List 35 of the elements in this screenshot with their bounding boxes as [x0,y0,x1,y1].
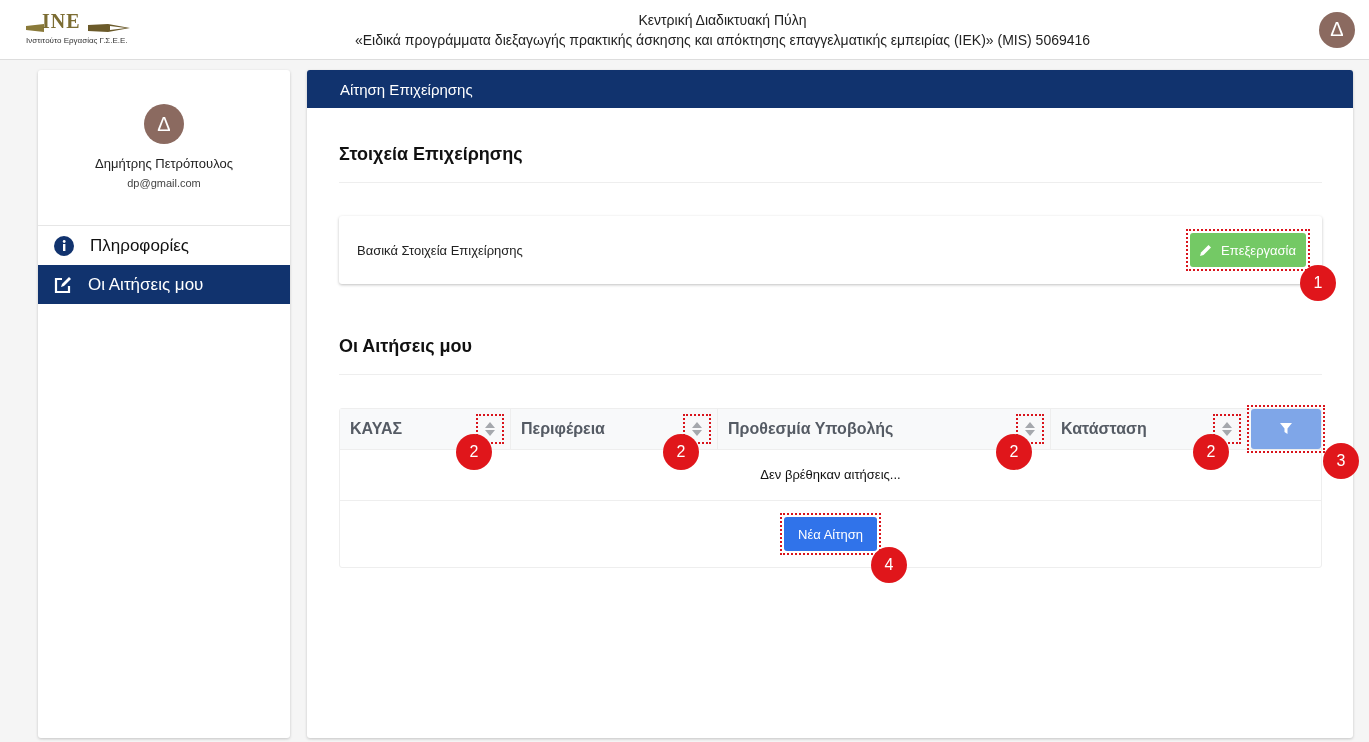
column-header: Περιφέρεια [521,420,605,438]
section-heading: Οι Αιτήσεις μου [339,336,474,357]
panel-title-bar: Αίτηση Επιχείρησης [307,70,1353,108]
sidebar-item[interactable]: Οι Αιτήσεις μου [38,265,290,304]
info-icon [54,235,74,256]
callout-badge: 2 [1193,434,1229,470]
card-label: Βασικά Στοιχεία Επιχείρησης [357,242,523,258]
callout-badge: 2 [996,434,1032,470]
callout-badge: 2 [663,434,699,470]
user-name: Δημήτρης Πετρόπουλος [95,156,233,171]
new-application-button[interactable]: Νέα Αίτηση [784,517,877,551]
user-email: dp@gmail.com [127,177,201,189]
portal-title: Κεντρική Διαδικτυακή Πύλη [637,10,808,30]
callout-badge: 3 [1323,443,1359,479]
callout-badge: 4 [870,547,907,583]
sort-icon[interactable] [691,421,703,437]
column-header: ΚΑΥΑΣ [350,420,403,438]
column-header: Προθεσμία Υποβολής [728,420,894,438]
section-heading: Στοιχεία Επιχείρησης [339,144,524,165]
filter-button[interactable] [1251,409,1321,449]
pencil-icon [1200,244,1213,256]
user-avatar[interactable]: Δ [1319,11,1355,48]
callout-badge: 1 [1300,265,1336,301]
filter-icon [1280,423,1292,435]
callout-badge: 2 [456,434,492,470]
edit-icon [54,275,72,294]
program-title: «Ειδικά προγράμματα διεξαγωγής πρακτικής άσκησης και απόκτησης επαγγελματικής εμπειρίας (ΙΕΚ)» (MIS) 5069416 [353,30,1092,50]
sort-icon[interactable] [1221,421,1233,437]
sort-icon[interactable] [484,421,496,437]
column-header: Κατάσταση [1061,420,1147,438]
logo-text: INE [42,9,81,32]
sidebar-item[interactable]: Πληροφορίες [38,226,290,265]
logo-caption: Ινστιτούτο Εργασίας Γ.Σ.Ε.Ε. [26,35,128,45]
sort-icon[interactable] [1024,421,1036,437]
profile-avatar: Δ [144,104,184,144]
